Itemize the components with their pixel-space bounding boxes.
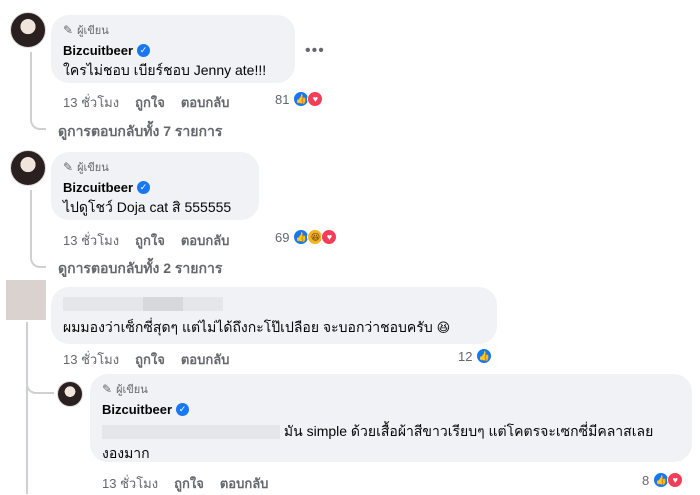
like-button[interactable]: ถูกใจ (135, 349, 165, 370)
author-badge: ✎ ผู้เขียน (63, 21, 283, 39)
comment-actions: 13 ชั่วโมง ถูกใจ ตอบกลับ (102, 473, 268, 494)
view-replies-link[interactable]: ดูการตอบกลับทั้ง 2 รายการ (58, 258, 222, 280)
pencil-icon: ✎ (102, 382, 113, 396)
timestamp[interactable]: 13 ชั่วโมง (63, 230, 119, 251)
comment-bubble: ✎ ผู้เขียน Bizcuitbeer ✓ มัน simple ด้วย… (90, 374, 692, 462)
comment-text-continued: งองมาก (102, 445, 150, 461)
reaction-count: 8 (642, 472, 650, 488)
like-button[interactable]: ถูกใจ (135, 230, 165, 251)
thread-line (30, 190, 32, 250)
reply-button[interactable]: ตอบกลับ (220, 473, 269, 494)
comment-text: ใครไม่ชอบ เบียร์ชอบ Jenny ate!!! (63, 62, 267, 78)
comment-actions: 13 ชั่วโมง ถูกใจ ตอบกลับ (63, 230, 229, 251)
commenter-name[interactable]: Bizcuitbeer (102, 402, 172, 417)
thumbs-up-icon: 👍 (476, 348, 493, 364)
heart-icon: ♥ (321, 229, 338, 245)
comment-text: ผมมองว่าเซ็กซี่สุดๆ แต่ไม่ได้ถึงกะโป๊เปล… (63, 319, 433, 335)
reaction-summary[interactable]: 81 👍 ♥ (275, 91, 324, 107)
view-replies-link[interactable]: ดูการตอบกลับทั้ง 7 รายการ (58, 121, 222, 143)
author-badge-label: ผู้เขียน (77, 25, 109, 37)
comment-actions: 13 ชั่วโมง ถูกใจ ตอบกลับ (63, 92, 229, 113)
thread-line (26, 322, 28, 494)
comment-bubble: ✎ ผู้เขียน Bizcuitbeer ✓ ไปดูโชว์ Doja c… (51, 152, 259, 220)
mentioned-user-redacted (102, 425, 280, 440)
verified-check-icon: ✓ (176, 403, 190, 416)
reaction-summary[interactable]: 8 👍 ♥ (642, 472, 684, 488)
timestamp[interactable]: 13 ชั่วโมง (63, 349, 119, 370)
thread-line (26, 372, 54, 394)
verified-check-icon: ✓ (137, 44, 151, 57)
thread-line (30, 248, 46, 268)
timestamp[interactable]: 13 ชั่วโมง (63, 92, 119, 113)
reaction-count: 81 (275, 91, 290, 107)
author-badge: ✎ ผู้เขียน (102, 380, 680, 398)
commenter-name-redacted (63, 295, 485, 311)
thread-line (30, 52, 32, 112)
commenter-name[interactable]: Bizcuitbeer (63, 180, 133, 195)
comment-text: ไปดูโชว์ Doja cat สิ 555555 (63, 199, 232, 215)
comment-actions: 13 ชั่วโมง ถูกใจ ตอบกลับ (63, 349, 229, 370)
author-badge-label: ผู้เขียน (116, 384, 148, 396)
comment-bubble: ✎ ผู้เขียน Bizcuitbeer ✓ ใครไม่ชอบ เบียร… (51, 15, 295, 83)
comment-text-row: มัน simple ด้วยเสื้อผ้าสีขาวเรียบๆ แต่โค… (102, 421, 680, 441)
heart-icon: ♥ (667, 472, 684, 488)
thread-line (30, 110, 46, 130)
verified-check-icon: ✓ (137, 181, 151, 194)
reaction-count: 12 (458, 348, 473, 364)
more-options-icon[interactable]: ••• (305, 42, 325, 60)
comment-bubble: ผมมองว่าเซ็กซี่สุดๆ แต่ไม่ได้ถึงกะโป๊เปล… (51, 287, 497, 344)
timestamp[interactable]: 13 ชั่วโมง (102, 473, 158, 494)
like-button[interactable]: ถูกใจ (135, 92, 165, 113)
reaction-summary[interactable]: 12 👍 (458, 348, 493, 364)
pencil-icon: ✎ (63, 160, 74, 174)
reply-button[interactable]: ตอบกลับ (181, 349, 230, 370)
avatar[interactable] (10, 150, 46, 186)
reply-button[interactable]: ตอบกลับ (181, 92, 230, 113)
avatar[interactable] (6, 280, 46, 320)
reaction-count: 69 (275, 229, 290, 245)
heart-icon: ♥ (307, 91, 324, 107)
avatar[interactable] (10, 12, 46, 48)
commenter-name[interactable]: Bizcuitbeer (63, 43, 133, 58)
avatar[interactable] (57, 381, 83, 407)
like-button[interactable]: ถูกใจ (174, 473, 204, 494)
laughing-face-icon: 😆 (436, 320, 451, 335)
author-badge: ✎ ผู้เขียน (63, 158, 247, 176)
reply-button[interactable]: ตอบกลับ (181, 230, 230, 251)
author-badge-label: ผู้เขียน (77, 162, 109, 174)
pencil-icon: ✎ (63, 23, 74, 37)
comment-text: มัน simple ด้วยเสื้อผ้าสีขาวเรียบๆ แต่โค… (283, 423, 654, 439)
comment-text-row: ผมมองว่าเซ็กซี่สุดๆ แต่ไม่ได้ถึงกะโป๊เปล… (63, 317, 485, 338)
reaction-summary[interactable]: 69 👍 😆 ♥ (275, 229, 338, 245)
